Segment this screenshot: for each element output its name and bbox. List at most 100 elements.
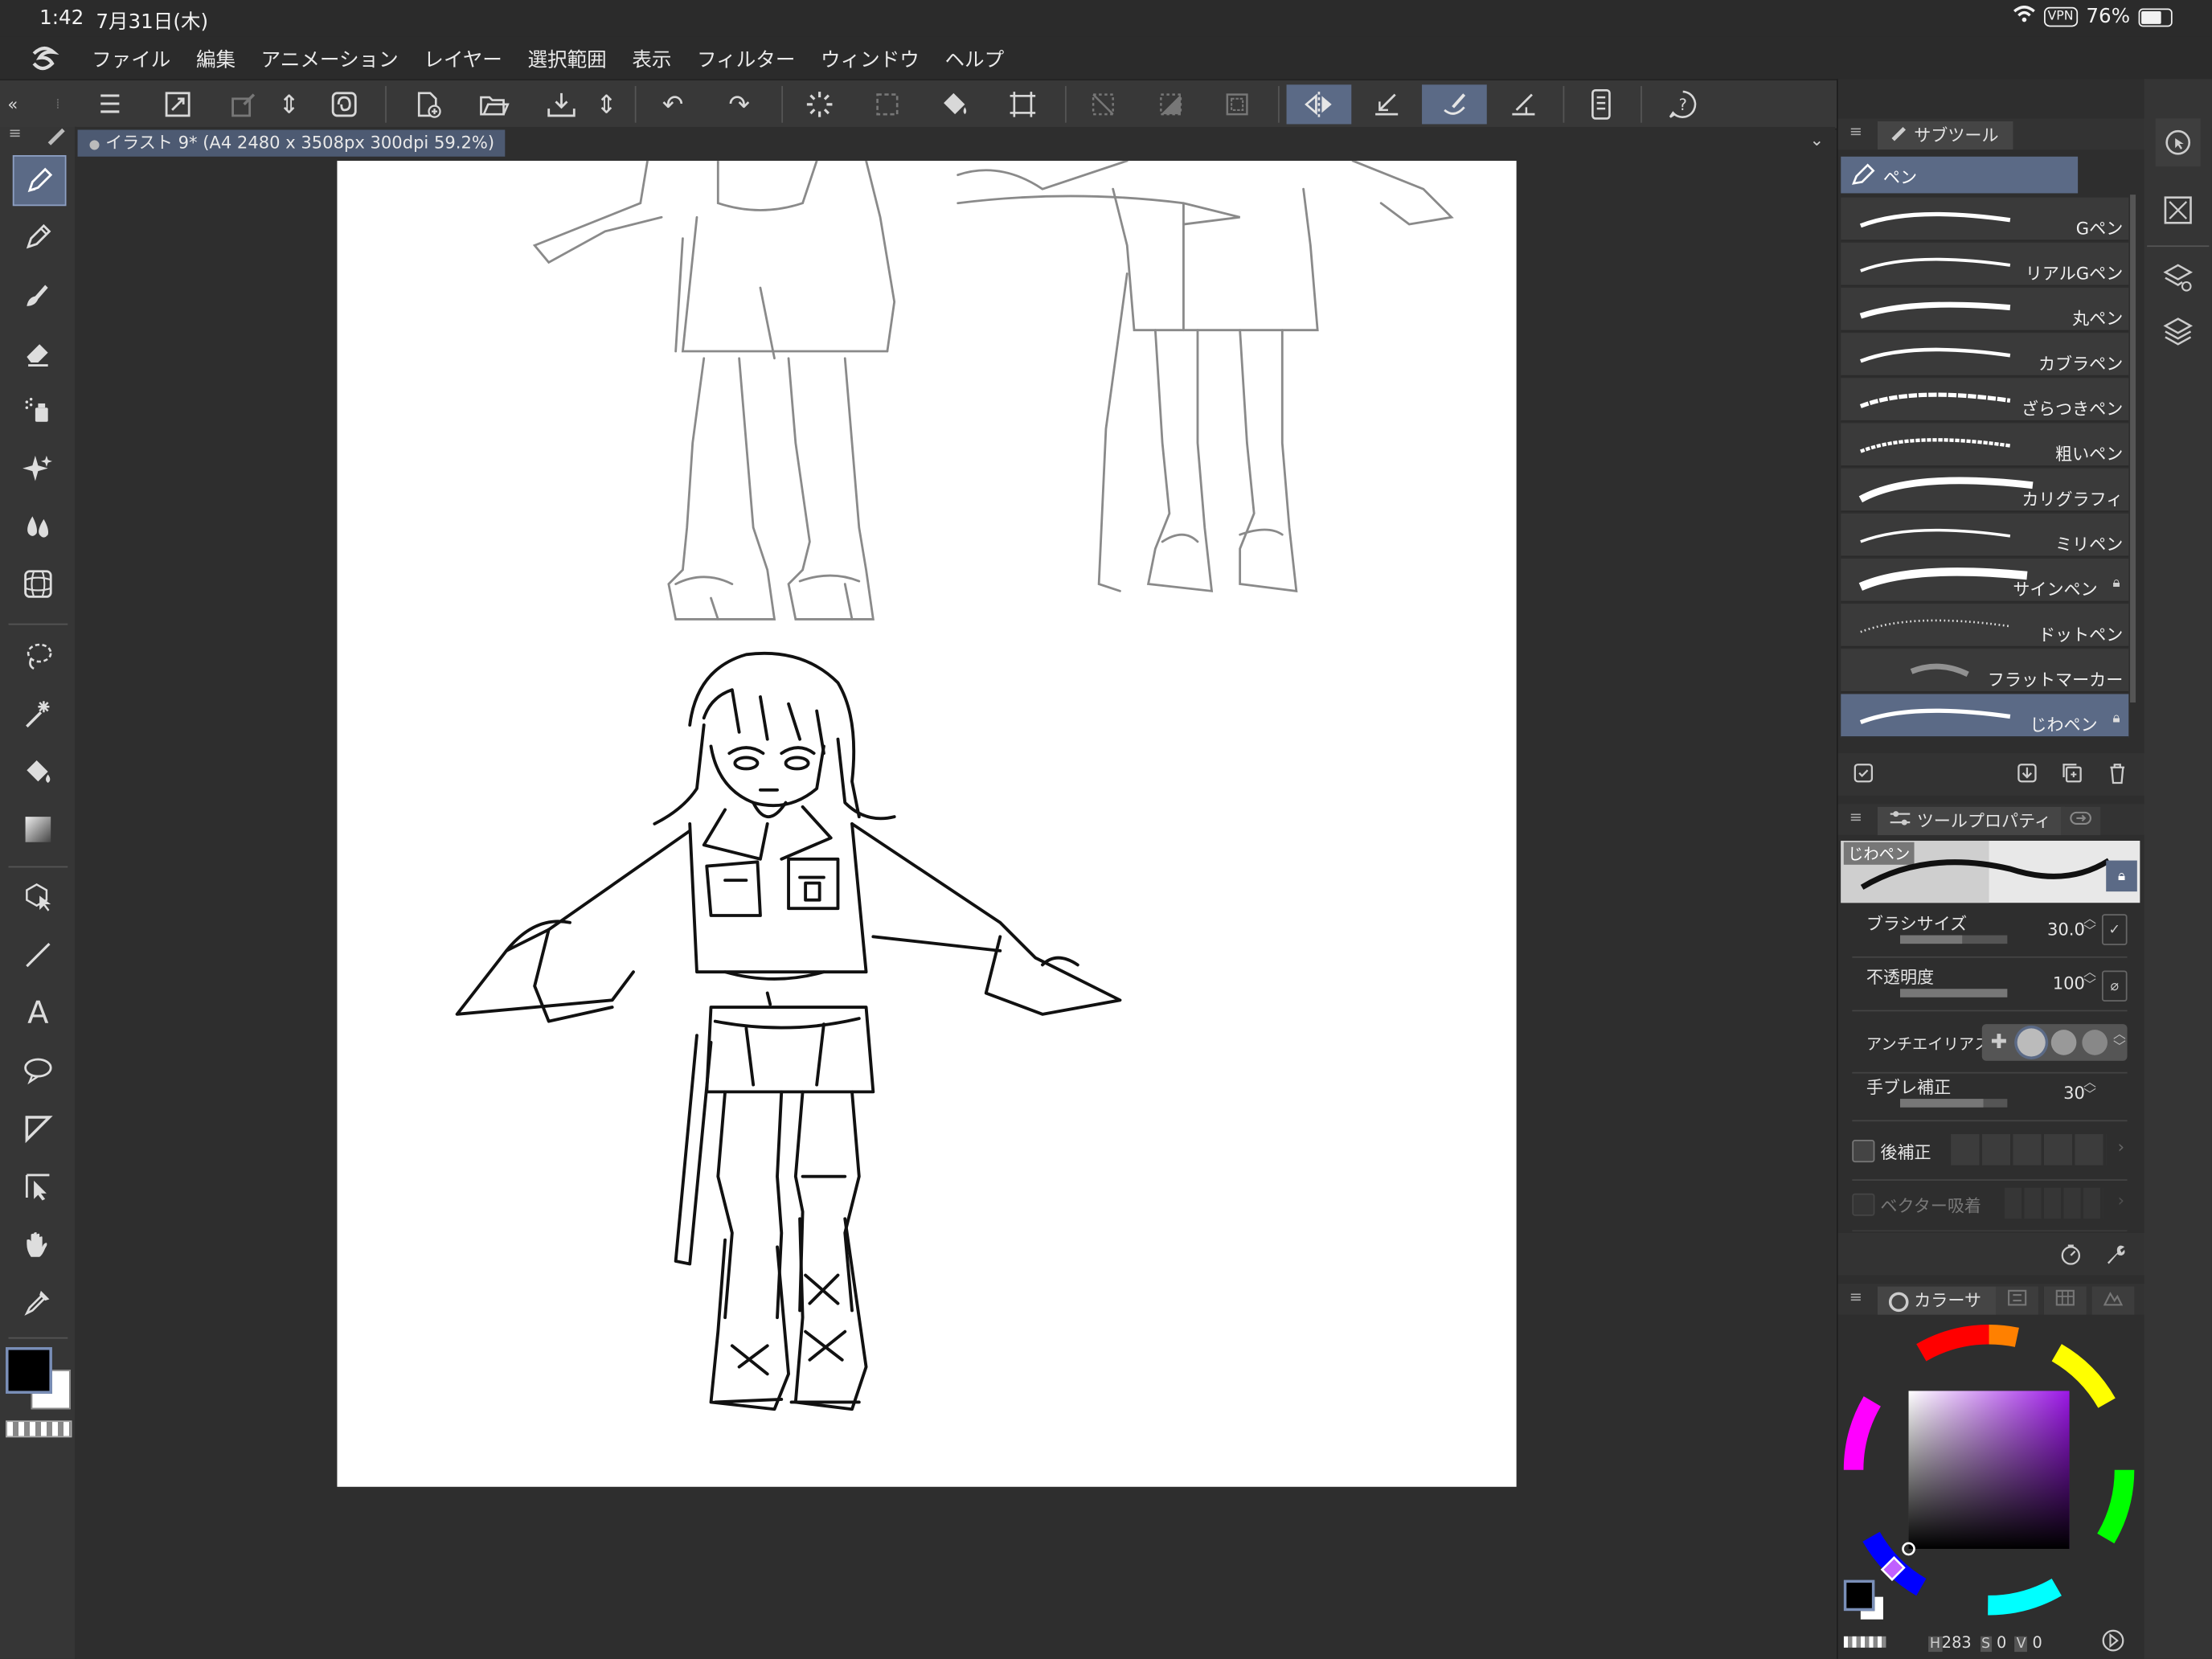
- opacity-slider[interactable]: [1899, 989, 2008, 997]
- subtool-group-pen[interactable]: ペン: [1841, 156, 2079, 194]
- mesh-tool-icon[interactable]: [13, 560, 63, 608]
- perspective-snap-icon[interactable]: [1502, 84, 1545, 124]
- flip-horizontal-icon[interactable]: [1286, 84, 1352, 125]
- edge-keyboard-icon[interactable]: [1580, 84, 1623, 124]
- color-history-tab[interactable]: [2091, 1286, 2135, 1315]
- antialias-weak-icon[interactable]: [2017, 1028, 2046, 1057]
- opacity-pressure-icon[interactable]: ⌀: [2101, 970, 2128, 1002]
- pencil-tool-icon[interactable]: [13, 213, 63, 261]
- airbrush-tool-icon[interactable]: [13, 387, 63, 435]
- antialias-selector[interactable]: ✚ ︿ ﹀: [1981, 1024, 2128, 1061]
- brush-item[interactable]: カリグラフィ: [1841, 468, 2129, 513]
- brush-size-pressure-icon[interactable]: ✓: [2101, 914, 2128, 945]
- transform-icon[interactable]: [1002, 84, 1044, 124]
- toolprop-tab[interactable]: ツールプロパティ: [1877, 806, 2066, 835]
- antialias-stepper-icon[interactable]: ︿ ﹀: [2113, 1029, 2126, 1055]
- app-logo-icon[interactable]: [28, 43, 59, 80]
- post-correction-row[interactable]: 後補正 ›: [1852, 1125, 2128, 1181]
- subtool-settings-icon[interactable]: [1852, 762, 1874, 790]
- fill-bucket-icon[interactable]: [934, 84, 977, 124]
- reset-icon[interactable]: [2058, 1241, 2084, 1272]
- invert-dim-icon[interactable]: [1149, 84, 1192, 124]
- frame-tool-icon[interactable]: [13, 1104, 63, 1153]
- navigator-icon[interactable]: [2155, 118, 2201, 167]
- brush-item[interactable]: ざらつきペン: [1841, 378, 2129, 422]
- eyedropper-tool-icon[interactable]: [13, 1278, 63, 1326]
- antialias-strong-icon[interactable]: [2082, 1030, 2108, 1055]
- ruler-snap-icon[interactable]: [1366, 84, 1408, 124]
- brush-item[interactable]: 粗いペン: [1841, 423, 2129, 467]
- export-icon[interactable]: [540, 84, 583, 124]
- menu-selection[interactable]: 選択範囲: [515, 45, 620, 73]
- menu-help[interactable]: ヘルプ: [932, 45, 1017, 73]
- opacity-stepper-icon[interactable]: ︿ ﹀: [2083, 967, 2096, 993]
- hamburger-menu-icon[interactable]: ☰: [89, 84, 132, 124]
- ruler-tool-icon[interactable]: [13, 1162, 63, 1210]
- subtool-delete-icon[interactable]: [2106, 762, 2128, 790]
- post-correction-checkbox[interactable]: [1852, 1140, 1875, 1163]
- color-play-icon[interactable]: [2100, 1628, 2126, 1659]
- tab-dropdown-icon[interactable]: ⌄: [1810, 129, 1825, 150]
- antialias-none-icon[interactable]: ✚: [1986, 1030, 2012, 1055]
- antialias-medium-icon[interactable]: [2050, 1030, 2077, 1055]
- color-slider-tab[interactable]: [1996, 1286, 2038, 1315]
- brush-item[interactable]: Gペン: [1841, 197, 2129, 242]
- brush-size-row[interactable]: ブラシサイズ 30.0 ︿ ﹀ ✓: [1852, 908, 2128, 958]
- brush-tool-icon[interactable]: [13, 271, 63, 319]
- palette-menu-icon[interactable]: ≡: [9, 124, 22, 142]
- color-picker-dim-icon[interactable]: [223, 84, 265, 124]
- color-wheel-area[interactable]: H 283 S 0 V 0: [1838, 1317, 2146, 1659]
- canvas-paper[interactable]: [337, 159, 1517, 1487]
- brush-snap-icon[interactable]: [1422, 84, 1487, 125]
- menu-file[interactable]: ファイル: [79, 45, 183, 73]
- border-dim-icon[interactable]: [1216, 84, 1259, 124]
- brush-item[interactable]: リアルGペン: [1841, 242, 2129, 287]
- menu-filter[interactable]: フィルター: [684, 45, 808, 73]
- color-transparent-swatch[interactable]: [1843, 1636, 1886, 1648]
- stabilization-slider[interactable]: [1899, 1099, 2008, 1108]
- brush-item[interactable]: ミリペン: [1841, 513, 2129, 558]
- selection-dim-icon[interactable]: [866, 84, 909, 124]
- updown-icon[interactable]: ⇕: [275, 84, 303, 124]
- transparent-color-swatch[interactable]: [6, 1420, 72, 1438]
- menu-layer[interactable]: レイヤー: [412, 45, 515, 73]
- layers-icon[interactable]: [2156, 308, 2201, 356]
- brush-item-selected[interactable]: じわペン 🔒︎: [1841, 694, 2129, 738]
- new-file-icon[interactable]: [406, 84, 449, 124]
- preview-lock-icon[interactable]: 🔒︎: [2106, 860, 2137, 892]
- menu-edit[interactable]: 編集: [183, 45, 248, 73]
- open-file-icon[interactable]: [473, 84, 515, 124]
- toolprop-secondary-tab[interactable]: [2061, 806, 2101, 835]
- swirl-icon[interactable]: [323, 84, 366, 124]
- subtool-menu-icon[interactable]: ≡: [1849, 123, 1862, 141]
- subtool-tab[interactable]: サブツール: [1877, 121, 2013, 150]
- menu-view[interactable]: 表示: [620, 45, 685, 73]
- post-correction-chevron-icon[interactable]: ›: [2118, 1137, 2124, 1157]
- menu-window[interactable]: ウィンドウ: [808, 45, 932, 73]
- color-wheel-tab[interactable]: カラーサ: [1877, 1286, 1996, 1315]
- magic-wand-tool-icon[interactable]: [13, 690, 63, 738]
- fit-canvas-icon[interactable]: [157, 84, 199, 124]
- line-tool-icon[interactable]: [13, 931, 63, 979]
- wrench-icon[interactable]: [2103, 1241, 2129, 1272]
- antialias-row[interactable]: アンチエイリアス ✚ ︿ ﹀: [1852, 1016, 2128, 1074]
- opacity-row[interactable]: 不透明度 100 ︿ ﹀ ⌀: [1852, 962, 2128, 1012]
- pen-tool-icon[interactable]: [12, 155, 67, 207]
- brush-item[interactable]: フラットマーカー: [1841, 649, 2129, 693]
- hand-tool-icon[interactable]: [13, 1220, 63, 1268]
- subtool-download-icon[interactable]: [2016, 762, 2038, 790]
- color-menu-icon[interactable]: ≡: [1849, 1288, 1862, 1306]
- menu-animation[interactable]: アニメーション: [248, 45, 412, 73]
- loading-dots-icon[interactable]: [798, 84, 841, 124]
- decoration-tool-icon[interactable]: [13, 444, 63, 493]
- brush-item[interactable]: ドットペン: [1841, 604, 2129, 648]
- brush-item[interactable]: 丸ペン: [1841, 288, 2129, 332]
- lasso-tool-icon[interactable]: [13, 632, 63, 680]
- sub-view-icon[interactable]: [2156, 186, 2201, 235]
- operation-tool-icon[interactable]: [13, 873, 63, 921]
- brush-size-slider[interactable]: [1899, 935, 2008, 944]
- subtool-duplicate-icon[interactable]: [2061, 762, 2083, 790]
- gradient-tool-icon[interactable]: [13, 805, 63, 854]
- stabilization-stepper-icon[interactable]: ︿ ﹀: [2083, 1077, 2096, 1104]
- undo-icon[interactable]: ↶: [652, 84, 694, 124]
